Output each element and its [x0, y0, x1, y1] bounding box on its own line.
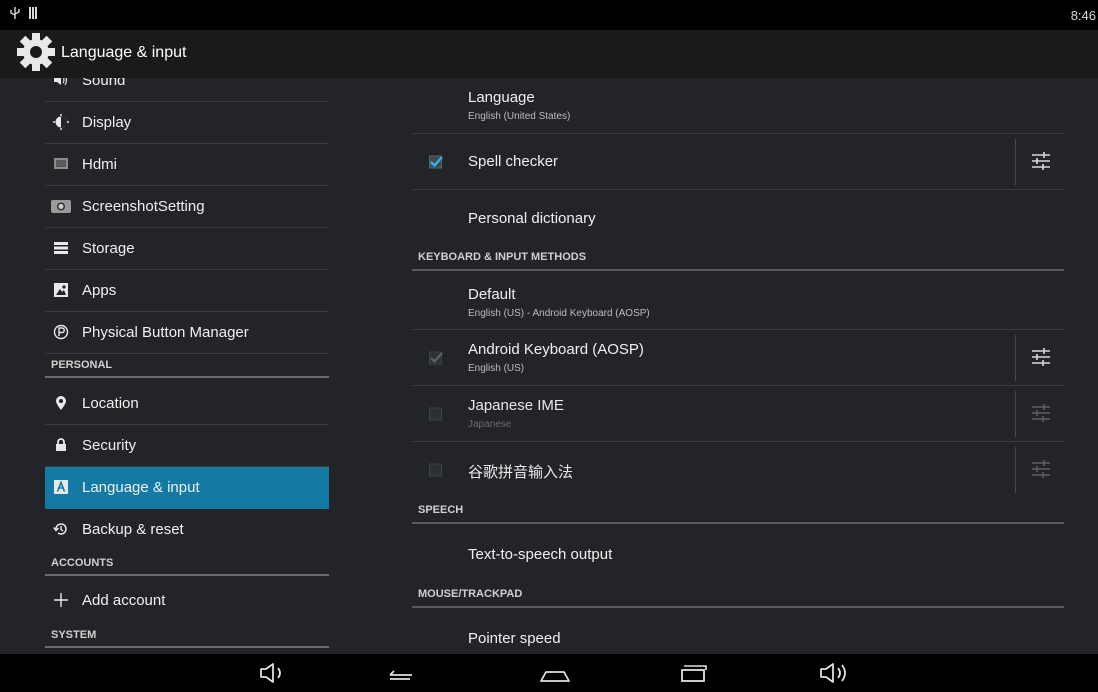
apps-icon	[53, 282, 69, 298]
tune-icon[interactable]	[1031, 151, 1051, 171]
tune-icon[interactable]	[1031, 347, 1051, 367]
pref-title: Personal dictionary	[468, 210, 596, 227]
sidebar-item-location[interactable]: Location	[45, 383, 329, 425]
pref-summary: Japanese	[468, 419, 512, 430]
sidebar-header-personal: PERSONAL	[45, 356, 329, 378]
tune-icon	[1032, 460, 1050, 478]
settings-sidebar[interactable]: Sound Display Hdmi ScreenshotSetting Sto…	[0, 78, 398, 654]
sidebar-item-hdmi[interactable]: Hdmi	[45, 144, 329, 186]
japanese-ime-pref[interactable]: Japanese IME Japanese	[412, 386, 1064, 442]
sidebar-header-accounts: ACCOUNTS	[45, 554, 329, 576]
section-header-keyboard: KEYBOARD & INPUT METHODS	[412, 249, 1064, 271]
checkbox-unchecked[interactable]	[429, 407, 443, 421]
sidebar-item-label: ScreenshotSetting	[82, 198, 205, 215]
status-bar: 8:46	[0, 0, 1098, 30]
default-keyboard-pref[interactable]: Default English (US) - Android Keyboard …	[412, 274, 1064, 330]
sidebar-item-label: Hdmi	[82, 156, 118, 173]
sidebar-item-screenshotsetting[interactable]: ScreenshotSetting	[45, 186, 329, 228]
language-input-settings[interactable]: Language English (United States) Spell c…	[412, 78, 1066, 654]
divider	[1015, 447, 1016, 493]
sidebar-item-label: Add account	[82, 592, 166, 609]
storage-icon	[53, 240, 69, 256]
pref-title: Android Keyboard (AOSP)	[468, 341, 644, 358]
sidebar-item-add-account[interactable]: Add account	[45, 580, 329, 622]
action-bar: Language & input	[0, 30, 1098, 78]
personal-dictionary-pref[interactable]: Personal dictionary	[412, 190, 1064, 246]
pref-title: Spell checker	[468, 153, 559, 170]
tune-icon	[1032, 404, 1050, 422]
sound-icon	[53, 78, 69, 88]
pref-summary: English (US)	[468, 363, 525, 374]
p-circle-icon	[53, 324, 69, 340]
sidebar-item-label: Display	[82, 114, 132, 131]
page-title: Language & input	[61, 44, 187, 61]
divider	[1015, 335, 1016, 381]
location-pin-icon	[53, 395, 69, 411]
backup-icon	[53, 521, 69, 537]
pref-title: 谷歌拼音输入法	[468, 464, 574, 481]
pointer-speed-pref[interactable]: Pointer speed	[412, 610, 1064, 654]
sidebar-item-label: Backup & reset	[82, 521, 184, 538]
pref-title: Language	[468, 89, 535, 106]
sidebar-item-language-input[interactable]: Language & input	[45, 467, 329, 509]
hdmi-icon	[53, 156, 69, 172]
sidebar-item-label: Sound	[82, 78, 126, 89]
sidebar-item-label: Security	[82, 437, 137, 454]
language-pref[interactable]: Language English (United States)	[412, 78, 1064, 134]
checkbox-unchecked[interactable]	[429, 463, 443, 477]
sidebar-item-label: Apps	[82, 282, 117, 299]
volume-up-icon[interactable]	[818, 661, 852, 685]
pref-summary: English (United States)	[468, 111, 571, 122]
sidebar-item-physical-button-manager[interactable]: Physical Button Manager	[45, 312, 329, 354]
volume-down-icon[interactable]	[258, 661, 286, 685]
section-header-speech: SPEECH	[412, 502, 1064, 524]
section-header-mouse: MOUSE/TRACKPAD	[412, 586, 1064, 608]
lock-icon	[53, 437, 69, 453]
android-keyboard-pref[interactable]: Android Keyboard (AOSP) English (US)	[412, 330, 1064, 386]
pref-title: Default	[468, 286, 516, 303]
back-icon[interactable]	[384, 661, 416, 685]
sdcard-icon	[29, 7, 37, 19]
language-a-icon	[53, 479, 69, 495]
sidebar-item-apps[interactable]: Apps	[45, 270, 329, 312]
display-icon	[53, 114, 69, 130]
divider	[1015, 139, 1016, 185]
sidebar-item-backup-reset[interactable]: Backup & reset	[45, 509, 329, 551]
sidebar-item-label: Location	[82, 395, 139, 412]
sidebar-item-storage[interactable]: Storage	[45, 228, 329, 270]
checkbox-checked[interactable]	[429, 155, 443, 169]
sidebar-item-label: Language & input	[82, 479, 200, 496]
sidebar-item-sound[interactable]: Sound	[45, 78, 329, 102]
pref-summary: English (US) - Android Keyboard (AOSP)	[468, 308, 650, 319]
sidebar-item-label: Storage	[82, 240, 135, 257]
recents-icon[interactable]	[678, 661, 710, 685]
usb-icon	[10, 7, 20, 19]
pref-title: Text-to-speech output	[468, 546, 613, 563]
home-icon[interactable]	[538, 661, 572, 685]
tts-output-pref[interactable]: Text-to-speech output	[412, 526, 1064, 582]
settings-gear-icon[interactable]	[16, 32, 56, 72]
plus-icon	[53, 592, 69, 608]
spell-checker-pref[interactable]: Spell checker	[412, 134, 1064, 190]
checkbox-checked-disabled	[429, 351, 443, 365]
sidebar-item-display[interactable]: Display	[45, 102, 329, 144]
divider	[1015, 391, 1016, 437]
sidebar-item-security[interactable]: Security	[45, 425, 329, 467]
camera-icon	[50, 198, 72, 214]
sidebar-header-system: SYSTEM	[45, 626, 329, 648]
pref-title: Japanese IME	[468, 397, 564, 414]
sidebar-item-label: Physical Button Manager	[82, 324, 249, 341]
clock: 8:46	[1070, 8, 1096, 23]
google-pinyin-pref[interactable]: 谷歌拼音输入法	[412, 442, 1064, 498]
navigation-bar	[0, 654, 1098, 692]
pref-title: Pointer speed	[468, 630, 561, 647]
